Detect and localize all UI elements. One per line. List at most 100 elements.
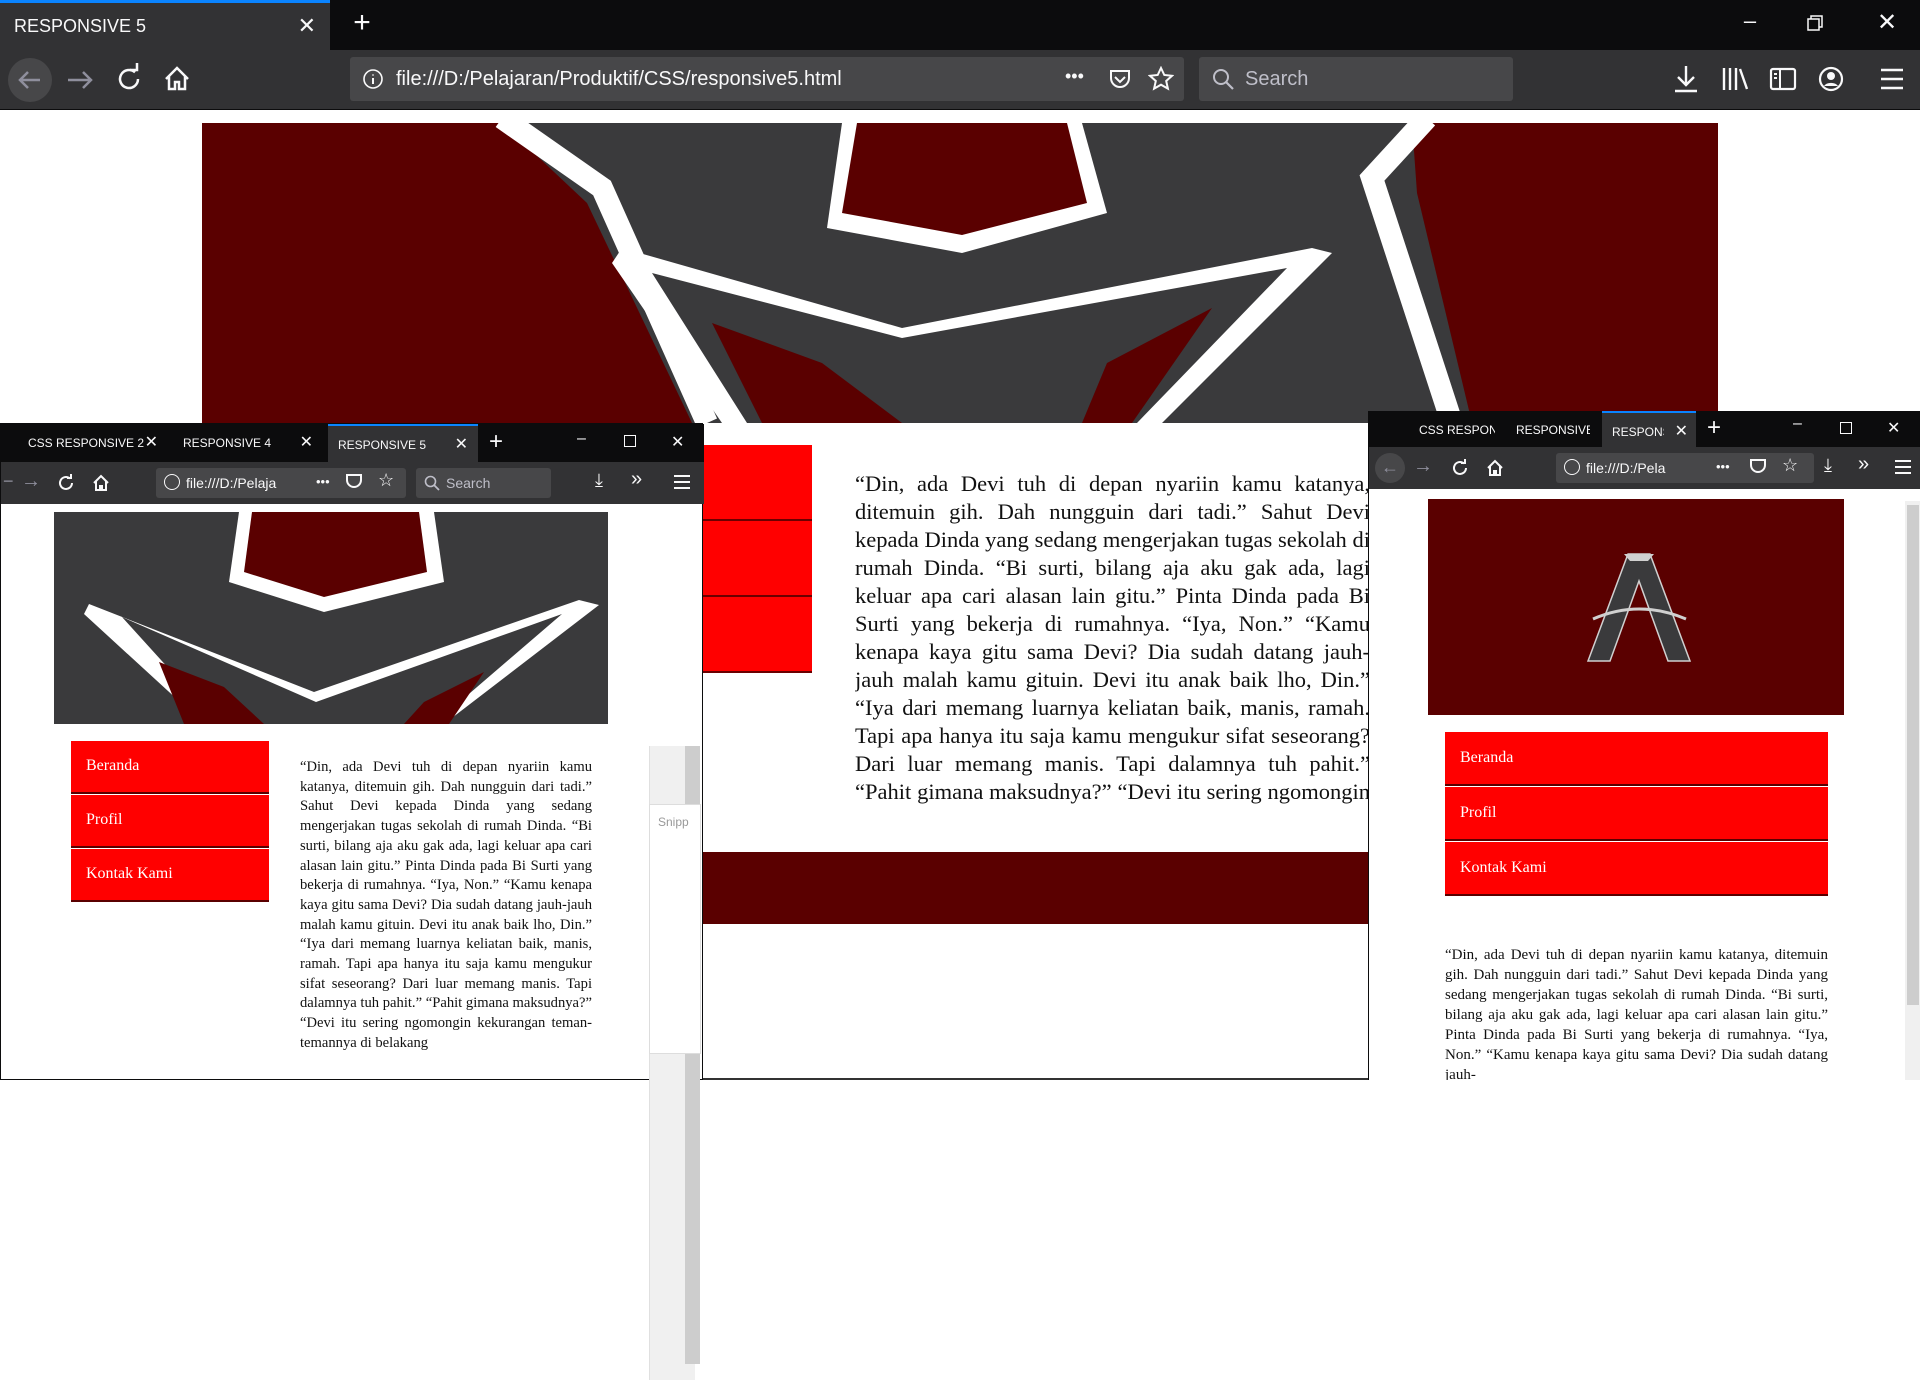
close-tab-icon[interactable]: ✕ [1675,421,1688,441]
left-address-url: file:///D:/Pelaja [186,475,277,491]
search-icon [1211,67,1235,91]
menu-item-beranda[interactable]: Beranda [71,741,269,794]
right-tab[interactable]: RESPONSIVE [1506,411,1598,447]
menu-item-kontak-kami[interactable]: Kontak Kami [71,849,269,902]
left-tab-label: RESPONSIVE 4 [183,436,272,450]
right-scrollbar-track[interactable] [1905,501,1920,1080]
menu-item-profil[interactable]: Profil [71,795,269,848]
reload-icon[interactable] [1450,458,1470,478]
main-side-menu [700,445,812,673]
pocket-icon[interactable] [1750,459,1766,473]
menu-item-beranda[interactable]: Beranda [1445,732,1828,786]
main-nav-toolbar: file:///D:/Pelajaran/Produktif/CSS/respo… [0,50,1920,110]
left-address-bar[interactable]: file:///D:/Pelaja ••• ☆ [156,468,406,498]
minimize-icon[interactable]: – [1793,415,1802,433]
search-bar[interactable]: Search [1199,57,1513,101]
reload-icon[interactable] [56,473,76,493]
left-search-bar[interactable]: Search [416,468,551,498]
hamburger-menu-icon[interactable] [1894,459,1912,475]
right-tab-label: RESPONSIVE [1516,423,1590,437]
right-tab-label: RESPONSIVE 5 [1612,425,1664,439]
right-tab-active[interactable]: RESPONSIVE 5 ✕ [1602,411,1696,447]
back-button[interactable]: − [3,471,14,492]
main-menu-item[interactable] [700,521,812,595]
reload-icon[interactable] [112,62,146,96]
sidebar-icon[interactable] [1768,64,1798,94]
overflow-chevron-icon[interactable]: » [631,468,642,491]
back-button[interactable] [8,58,52,102]
close-window-icon[interactable]: ✕ [671,432,684,452]
right-nav-toolbar: ← → file:///D:/Pela ••• ☆ ⤓ » [1369,447,1920,489]
left-article-text: “Din, ada Devi tuh di depan nyariin kamu… [300,759,592,1051]
main-tab-title: RESPONSIVE 5 [14,16,147,36]
new-tab-icon[interactable]: + [489,428,503,456]
main-tab-active[interactable]: RESPONSIVE 5 ✕ [0,0,330,50]
close-tab-icon[interactable]: ✕ [145,432,158,452]
new-tab-icon[interactable]: + [1707,414,1721,442]
page-actions-icon[interactable]: ••• [1716,459,1730,474]
info-icon[interactable] [1564,459,1580,475]
download-icon[interactable] [1672,64,1700,94]
home-icon[interactable] [160,62,194,96]
info-icon[interactable] [362,68,384,90]
left-tab[interactable]: CSS RESPONSIVE 2 ✕ [18,424,168,462]
right-address-bar[interactable]: file:///D:/Pela ••• ☆ [1556,453,1814,483]
left-tab-label: RESPONSIVE 5 [338,438,427,452]
forward-button[interactable]: → [21,470,41,493]
library-icon[interactable] [1720,64,1750,94]
page-actions-icon[interactable]: ••• [1065,66,1084,87]
minimize-icon[interactable]: – [1735,8,1765,38]
bookmark-star-icon[interactable] [1148,66,1174,92]
maximize-icon[interactable] [1840,422,1852,434]
right-scrollbar-thumb[interactable] [1907,505,1919,1005]
bookmark-star-icon[interactable]: ☆ [378,470,394,491]
forward-button[interactable]: → [1413,455,1433,478]
article-text: “Din, ada Devi tuh di depan nyariin kamu… [855,471,1370,810]
close-tab-icon[interactable]: ✕ [300,432,313,452]
left-tab-active[interactable]: RESPONSIVE 5 ✕ [328,424,478,462]
download-icon[interactable]: ⤓ [595,470,603,491]
pocket-icon[interactable] [1108,67,1132,91]
right-tab[interactable]: CSS RESPONSIVE [1409,411,1501,447]
right-address-url: file:///D:/Pela [1586,460,1666,476]
left-browser-window: CSS RESPONSIVE 2 ✕ RESPONSIVE 4 ✕ RESPON… [0,423,704,1380]
minimize-icon[interactable]: – [577,430,586,448]
search-placeholder: Search [1245,68,1309,90]
search-placeholder: Search [446,475,491,491]
menu-item-profil[interactable]: Profil [1445,787,1828,841]
close-window-icon[interactable]: ✕ [1887,418,1900,438]
home-icon[interactable] [91,473,111,493]
close-tab-icon[interactable]: ✕ [298,15,316,37]
page-actions-icon[interactable]: ••• [316,474,330,489]
overflow-chevron-icon[interactable]: » [1858,453,1869,476]
main-menu-item[interactable] [700,597,812,671]
address-bar[interactable]: file:///D:/Pelajaran/Produktif/CSS/respo… [350,57,1184,101]
right-tab-bar: CSS RESPONSIVE RESPONSIVE RESPONSIVE 5 ✕… [1369,411,1920,447]
maximize-icon[interactable] [624,435,636,447]
forward-button[interactable] [62,62,98,98]
menu-item-kontak-kami[interactable]: Kontak Kami [1445,842,1828,896]
hamburger-menu-icon[interactable] [1878,66,1906,92]
left-tab[interactable]: RESPONSIVE 4 ✕ [173,424,323,462]
logo-a-icon [1586,553,1692,662]
left-tab-bar: CSS RESPONSIVE 2 ✕ RESPONSIVE 4 ✕ RESPON… [1,424,704,462]
info-icon[interactable] [164,474,180,490]
snipping-tool-label: Snipp [658,815,689,829]
snipping-tool-popup[interactable]: Snipp [649,804,701,1054]
hamburger-menu-icon[interactable] [673,474,691,490]
home-icon[interactable] [1485,458,1505,478]
bookmark-star-icon[interactable]: ☆ [1782,455,1798,476]
new-tab-icon[interactable]: + [345,8,379,42]
right-tab-label: CSS RESPONSIVE [1419,423,1495,437]
restore-icon[interactable] [1806,14,1828,36]
account-icon[interactable] [1816,64,1846,94]
main-menu-item[interactable] [700,445,812,519]
pocket-icon[interactable] [346,474,362,488]
close-window-icon[interactable]: ✕ [1872,8,1902,38]
right-browser-window: CSS RESPONSIVE RESPONSIVE RESPONSIVE 5 ✕… [1368,411,1920,1080]
back-button[interactable]: ← [1375,453,1405,483]
right-article-text: “Din, ada Devi tuh di depan nyariin kamu… [1445,947,1828,1080]
close-tab-icon[interactable]: ✕ [455,434,468,454]
left-nav-toolbar: − → file:///D:/Pelaja ••• ☆ Search ⤓ » [1,462,704,504]
download-icon[interactable]: ⤓ [1824,455,1832,476]
